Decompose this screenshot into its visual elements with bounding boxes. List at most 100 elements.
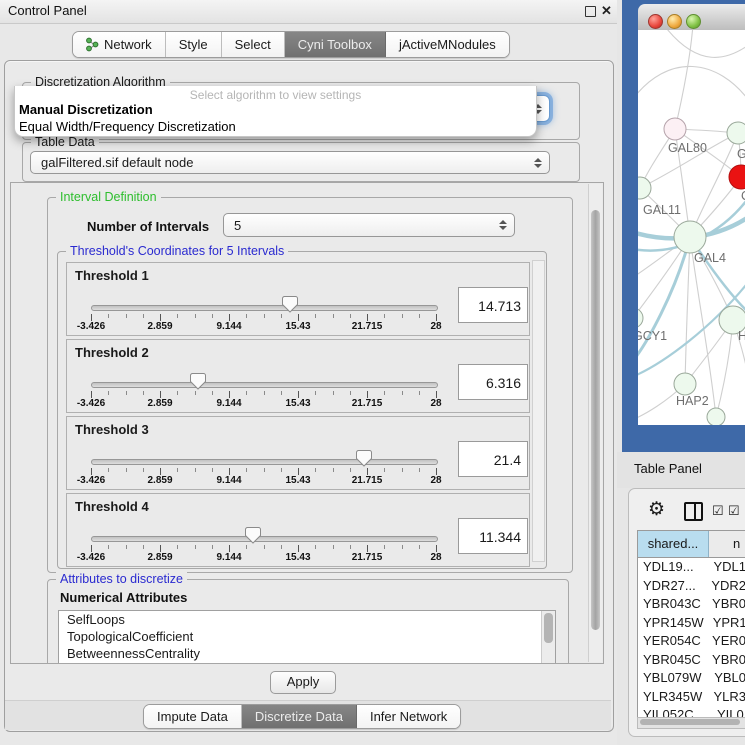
settings-vertical-scrollbar[interactable] bbox=[588, 184, 602, 662]
threshold-value-field[interactable]: 21.4 bbox=[458, 441, 528, 477]
checkbox-icon[interactable]: ☑ bbox=[712, 503, 724, 519]
threshold-label: Threshold 4 bbox=[75, 499, 149, 514]
threshold-value-field[interactable]: 14.713 bbox=[458, 287, 528, 323]
table-row[interactable]: YPR145WYPR1 bbox=[638, 614, 745, 633]
minimize-traffic-light[interactable] bbox=[667, 14, 682, 29]
threshold-label: Threshold 3 bbox=[75, 422, 149, 437]
numerical-attributes-list[interactable]: SelfLoopsTopologicalCoefficientBetweenne… bbox=[58, 610, 556, 664]
attributes-group: Attributes to discretize Numerical Attri… bbox=[47, 579, 569, 664]
threshold-slider-track[interactable] bbox=[91, 305, 438, 311]
network-edge[interactable] bbox=[675, 30, 693, 129]
scrollbar-thumb[interactable] bbox=[640, 719, 740, 725]
threshold-value-field[interactable]: 11.344 bbox=[458, 518, 528, 554]
scrollbar-thumb[interactable] bbox=[591, 210, 600, 630]
float-window-icon[interactable] bbox=[585, 6, 596, 17]
dropdown-option-equal-width-frequency[interactable]: Equal Width/Frequency Discretization bbox=[15, 118, 536, 135]
node-label: H bbox=[738, 329, 745, 343]
threshold-slider-track[interactable] bbox=[91, 459, 438, 465]
group-label: Threshold's Coordinates for 5 Intervals bbox=[66, 244, 288, 258]
network-node-gcy1[interactable] bbox=[638, 308, 643, 328]
number-of-intervals-label: Number of Intervals bbox=[87, 219, 209, 234]
table-data-select[interactable]: galFiltered.sif default node bbox=[30, 151, 550, 174]
apply-button[interactable]: Apply bbox=[270, 671, 336, 694]
tab-discretize-data[interactable]: Discretize Data bbox=[242, 705, 357, 728]
table-row[interactable]: YLR345WYLR3 bbox=[638, 688, 745, 707]
table-row[interactable]: YER054CYER0 bbox=[638, 632, 745, 651]
node-attribute-table[interactable]: shared... n YDL19...YDL1YDR27...YDR2YBR0… bbox=[637, 530, 745, 719]
checkbox-icon[interactable]: ☑ bbox=[728, 503, 740, 519]
tab-impute-data[interactable]: Impute Data bbox=[144, 705, 242, 728]
zoom-traffic-light[interactable] bbox=[686, 14, 701, 29]
cell-name: YDR2 bbox=[702, 577, 745, 596]
cell-name: YBR0 bbox=[703, 651, 745, 670]
threshold-slider-thumb[interactable] bbox=[356, 450, 372, 467]
attribute-item-topologicalcoefficient[interactable]: TopologicalCoefficient bbox=[59, 628, 555, 645]
network-node-c[interactable] bbox=[729, 165, 745, 189]
table-data-value: galFiltered.sif default node bbox=[41, 155, 193, 170]
cell-shared-name: YBR043C bbox=[638, 595, 703, 614]
group-label: Table Data bbox=[31, 135, 99, 149]
slider-ticks bbox=[91, 314, 436, 322]
tab-infer-network[interactable]: Infer Network bbox=[357, 705, 460, 728]
thresholds-group: Threshold's Coordinates for 5 Intervals … bbox=[57, 251, 547, 569]
tab-label: Select bbox=[235, 37, 271, 52]
node-label: HAP2 bbox=[676, 394, 709, 408]
cell-shared-name: YLR345W bbox=[638, 688, 704, 707]
tab-label: Discretize Data bbox=[255, 709, 343, 724]
close-icon[interactable]: ✕ bbox=[601, 3, 612, 19]
network-node-ga[interactable] bbox=[727, 122, 745, 144]
tab-cyni-toolbox[interactable]: Cyni Toolbox bbox=[285, 32, 386, 57]
tab-label: jActiveMNodules bbox=[399, 37, 496, 52]
columns-icon[interactable] bbox=[684, 502, 703, 521]
network-canvas[interactable]: GAL80GACGAL11GAL4GCY1HHAP2 bbox=[638, 30, 745, 425]
threshold-slider-thumb[interactable] bbox=[245, 527, 261, 544]
table-row[interactable]: YDR27...YDR2 bbox=[638, 577, 745, 596]
tab-label: Style bbox=[179, 37, 208, 52]
table-row[interactable]: YDL19...YDL1 bbox=[638, 558, 745, 577]
cell-name: YPR1 bbox=[704, 614, 745, 633]
dropdown-option-manual-discretization[interactable]: Manual Discretization bbox=[15, 101, 536, 118]
network-node[interactable] bbox=[707, 408, 725, 425]
tab-network[interactable]: Network bbox=[73, 32, 166, 57]
table-horizontal-scrollbar[interactable] bbox=[637, 717, 745, 729]
threshold-slider-thumb[interactable] bbox=[190, 373, 206, 390]
column-header-shared-name[interactable]: shared... bbox=[638, 531, 709, 557]
network-edge[interactable] bbox=[716, 320, 733, 417]
combo-arrows-icon bbox=[499, 220, 507, 230]
network-window-titlebar[interactable] bbox=[638, 4, 745, 31]
number-of-intervals-select[interactable]: 5 bbox=[223, 213, 515, 237]
network-edge[interactable] bbox=[638, 66, 745, 102]
tab-select[interactable]: Select bbox=[222, 32, 285, 57]
tab-jactivemnodules[interactable]: jActiveMNodules bbox=[386, 32, 509, 57]
network-node-gal80[interactable] bbox=[664, 118, 686, 140]
dropdown-hint: Select algorithm to view settings bbox=[15, 86, 536, 101]
network-graph[interactable]: GAL80GACGAL11GAL4GCY1HHAP2 bbox=[638, 30, 745, 425]
close-traffic-light[interactable] bbox=[648, 14, 663, 29]
threshold-value-field[interactable]: 6.316 bbox=[458, 364, 528, 400]
scrollbar-thumb[interactable] bbox=[544, 613, 553, 643]
screen: GAL80GACGAL11GAL4GCY1HHAP2 Table Panel ⚙… bbox=[0, 0, 745, 745]
table-row[interactable]: YBR045CYBR0 bbox=[638, 651, 745, 670]
gear-icon[interactable]: ⚙ bbox=[648, 498, 665, 521]
threshold-slider-track[interactable] bbox=[91, 382, 438, 388]
network-node-gal11[interactable] bbox=[638, 177, 651, 199]
list-scrollbar[interactable] bbox=[541, 611, 555, 664]
network-node-hap2[interactable] bbox=[674, 373, 696, 395]
slider-ticks bbox=[91, 468, 436, 476]
attribute-item-betweennesscentrality[interactable]: BetweennessCentrality bbox=[59, 645, 555, 662]
network-edge[interactable] bbox=[663, 30, 745, 57]
settings-scroll-area: Interval Definition Number of Intervals … bbox=[10, 182, 604, 664]
network-node-gal4[interactable] bbox=[674, 221, 706, 253]
cell-shared-name: YBR045C bbox=[638, 651, 703, 670]
column-header-name[interactable]: n bbox=[709, 531, 745, 557]
algorithm-dropdown-popup: Select algorithm to view settings Manual… bbox=[14, 86, 537, 137]
table-row[interactable]: YBR043CYBR0 bbox=[638, 595, 745, 614]
thresholds-scrollbar[interactable] bbox=[532, 260, 545, 562]
table-row[interactable]: YBL079WYBL0 bbox=[638, 669, 745, 688]
tab-style[interactable]: Style bbox=[166, 32, 222, 57]
cell-shared-name: YPR145W bbox=[638, 614, 704, 633]
attribute-item-selfloops[interactable]: SelfLoops bbox=[59, 611, 555, 628]
threshold-slider-track[interactable] bbox=[91, 536, 438, 542]
network-edge[interactable] bbox=[685, 237, 690, 384]
threshold-slider-thumb[interactable] bbox=[282, 296, 298, 313]
